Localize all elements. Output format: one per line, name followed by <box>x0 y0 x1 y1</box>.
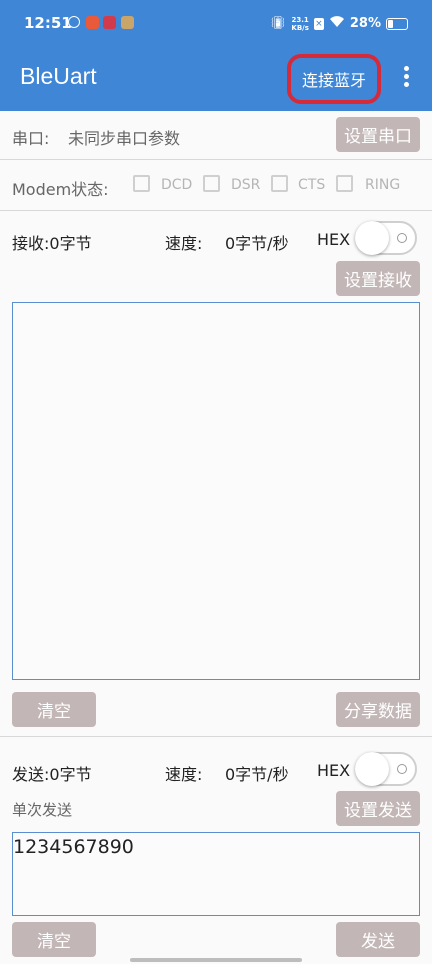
set-send-button[interactable]: 设置发送 <box>336 791 420 826</box>
status-time: 12:51 <box>24 14 72 32</box>
serial-label: 串口: <box>12 129 50 148</box>
status-icons: 📳︎ 23.1 KB/s × 28% <box>270 15 408 32</box>
set-receive-button[interactable]: 设置接收 <box>336 261 420 296</box>
send-mode-label: 单次发送 <box>12 801 73 819</box>
send-hex-toggle[interactable] <box>355 752 417 786</box>
divider <box>0 210 432 211</box>
home-indicator <box>130 958 302 962</box>
network-speed: 23.1 KB/s <box>291 15 309 32</box>
dsr-checkbox[interactable] <box>203 175 220 192</box>
send-count: 发送:0字节 <box>12 765 92 784</box>
modem-label: Modem状态: <box>12 180 109 199</box>
dsr-label: DSR <box>231 177 261 193</box>
more-options-icon[interactable] <box>398 64 414 90</box>
receive-count: 接收:0字节 <box>12 234 92 253</box>
send-hex-label: HEX <box>317 761 351 780</box>
battery-icon <box>386 17 408 30</box>
status-bar: 12:51 📳︎ 23.1 KB/s × 28% <box>0 0 432 50</box>
set-serial-button[interactable]: 设置串口 <box>336 117 420 152</box>
ring-checkbox[interactable] <box>336 175 353 192</box>
serial-value: 未同步串口参数 <box>68 129 181 148</box>
dcd-checkbox[interactable] <box>133 175 150 192</box>
divider <box>0 736 432 737</box>
ring-label: RING <box>365 177 401 193</box>
send-speed-label: 速度: <box>165 765 203 784</box>
app-title: BleUart <box>20 63 97 89</box>
notification-icon <box>68 16 80 28</box>
receive-hex-toggle[interactable] <box>355 221 417 255</box>
share-data-button[interactable]: 分享数据 <box>336 692 420 727</box>
clear-send-button[interactable]: 清空 <box>12 922 96 957</box>
clear-receive-button[interactable]: 清空 <box>12 692 96 727</box>
send-button[interactable]: 发送 <box>336 922 420 957</box>
connect-bluetooth-button[interactable]: 连接蓝牙 <box>287 54 381 104</box>
send-text: 1234567890 <box>13 836 134 858</box>
dcd-label: DCD <box>161 177 193 193</box>
receive-textarea[interactable] <box>12 302 420 680</box>
receive-speed-label: 速度: <box>165 234 203 253</box>
divider <box>0 159 432 160</box>
cts-checkbox[interactable] <box>271 175 288 192</box>
send-speed-value: 0字节/秒 <box>225 765 289 784</box>
no-sim-icon: × <box>313 17 324 30</box>
notification-icon <box>121 16 134 29</box>
cts-label: CTS <box>298 177 326 193</box>
vibrate-icon: 📳︎ <box>269 16 287 31</box>
notification-icon <box>86 16 99 29</box>
notification-icon <box>103 16 116 29</box>
receive-speed-value: 0字节/秒 <box>225 234 289 253</box>
receive-hex-label: HEX <box>317 230 351 249</box>
battery-percent: 28% <box>349 16 381 31</box>
wifi-icon <box>329 15 345 32</box>
send-textarea[interactable]: 1234567890 <box>12 832 420 916</box>
